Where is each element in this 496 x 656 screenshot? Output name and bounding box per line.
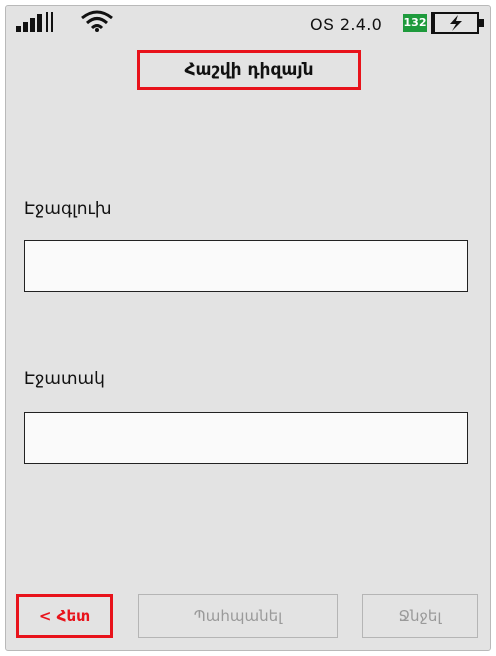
status-bar: ՕՏ 2.4.0 132 (6, 6, 490, 38)
page-title-box: Հաշվի դիզայն (137, 50, 361, 90)
save-button[interactable]: Պահպանել (138, 594, 338, 638)
header-field-label: Էջագլուխ (24, 199, 112, 219)
footer-field-label: Էջատակ (24, 369, 105, 389)
back-button[interactable]: < Հետ (16, 594, 113, 638)
signal-strength-icon (16, 12, 53, 32)
header-input[interactable] (24, 240, 468, 292)
battery-level-badge: 132 (403, 14, 427, 32)
device-screen: ՕՏ 2.4.0 132 Հաշվի դիզայն Էջագլուխ Էջատա… (5, 5, 491, 651)
page-title: Հաշվի դիզայն (184, 60, 314, 80)
os-version-text: ՕՏ 2.4.0 (310, 15, 383, 34)
delete-button[interactable]: Ջնջել (362, 594, 478, 638)
battery-charging-icon (431, 12, 484, 34)
wifi-icon (81, 10, 113, 32)
footer-input[interactable] (24, 412, 468, 464)
